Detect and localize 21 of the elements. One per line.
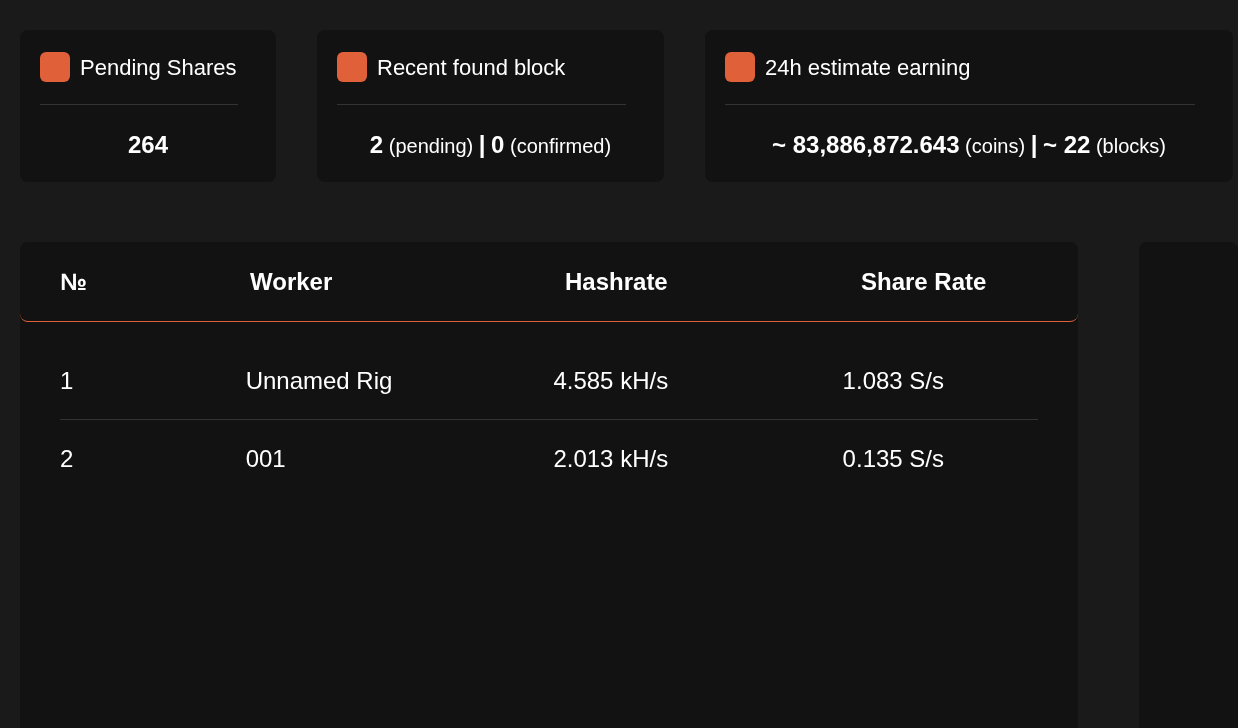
table-cell: 1.083 S/s (842, 366, 944, 394)
stat-title: 24h estimate earning (765, 53, 971, 82)
stat-title: Recent found block (377, 53, 566, 82)
column-header: Worker (250, 267, 333, 295)
table-cell: 0.135 S/s (842, 445, 944, 472)
column-header: Hashrate (565, 267, 668, 295)
table-cell: 001 (245, 445, 286, 472)
status-square-icon (725, 52, 755, 82)
table-cell: 1 (60, 366, 74, 394)
table-cell: 2.013 kH/s (553, 445, 669, 472)
stat-value: 264 (127, 130, 168, 160)
table-cell: 4.585 kH/s (553, 366, 669, 394)
table-cell: 2 (60, 445, 74, 472)
status-square-icon (337, 52, 367, 82)
stat-title: Pending Shares (80, 53, 237, 82)
stat-value: ~ 83,886,872.643 (coins) | ~ 22 (blocks) (772, 130, 1166, 160)
status-square-icon (40, 52, 70, 82)
column-header: № (60, 267, 87, 295)
stat-value: 2 (pending) | 0 (confirmed) (369, 130, 612, 160)
table-cell: Unnamed Rig (245, 366, 393, 394)
column-header: Share Rate (861, 267, 987, 295)
